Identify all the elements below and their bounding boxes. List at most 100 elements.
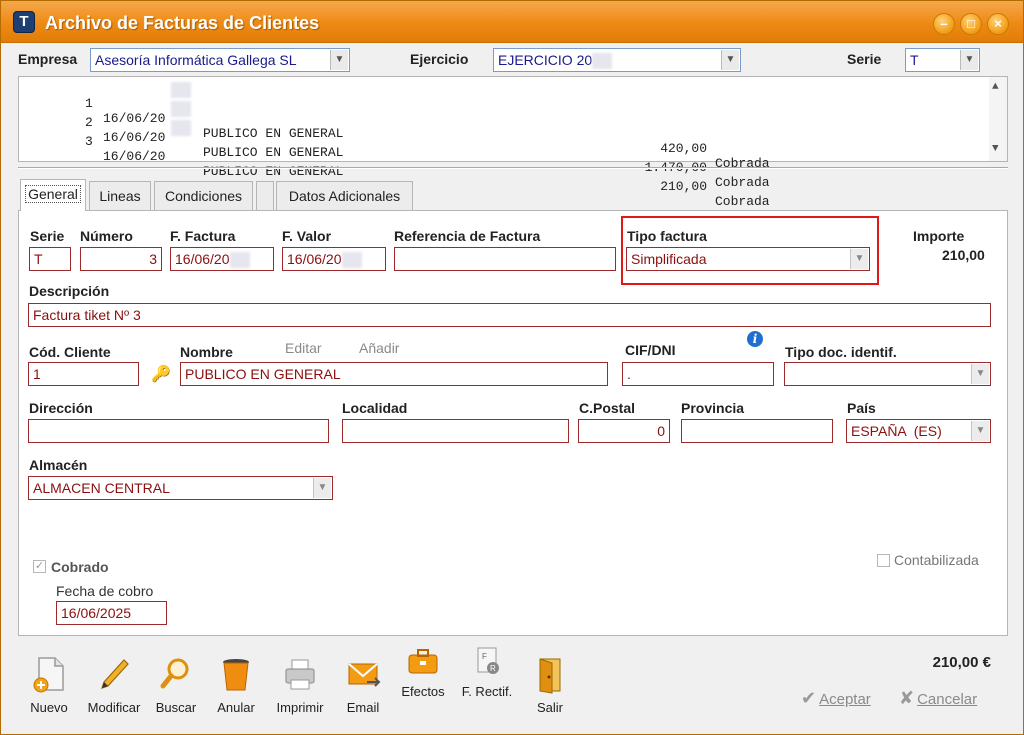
chevron-down-icon[interactable]: ▼ [313, 478, 331, 498]
empresa-value: Asesoría Informática Gallega SL [95, 52, 297, 68]
salir-button[interactable]: Salir [531, 656, 569, 715]
svg-text:F: F [482, 652, 487, 661]
contabilizada-checkbox[interactable] [877, 554, 890, 567]
window-title: Archivo de Facturas de Clientes [45, 13, 320, 33]
redacted-digits [171, 101, 191, 117]
referencia-label: Referencia de Factura [394, 228, 541, 244]
nuevo-button[interactable]: Nuevo [26, 656, 72, 715]
serie-select[interactable]: T ▼ [905, 48, 980, 72]
list-item[interactable]: 2 16/06/20 PUBLICO EN GENERAL 1.470,00 C… [19, 100, 989, 190]
redacted-digits [592, 53, 613, 70]
referencia-field[interactable] [394, 247, 616, 271]
list-scrollbar[interactable]: ▲ ▼ [989, 77, 1007, 161]
empresa-select[interactable]: Asesoría Informática Gallega SL ▼ [90, 48, 350, 72]
cobrado-checkbox[interactable]: ✓ [33, 560, 46, 573]
title-bar[interactable]: T Archivo de Facturas de Clientes – □ × [1, 1, 1023, 43]
new-document-icon [33, 657, 64, 693]
pais-label: País [847, 400, 876, 416]
trash-bin-icon [223, 659, 249, 691]
descripcion-field[interactable]: Factura tiket Nº 3 [28, 303, 991, 327]
provincia-field[interactable] [681, 419, 833, 443]
provincia-label: Provincia [681, 400, 745, 416]
ejercicio-label: Ejercicio [410, 51, 469, 67]
checkmark-icon: ✔ [801, 688, 817, 708]
numero-label: Número [80, 228, 133, 244]
importe-label: Importe [913, 228, 965, 244]
almacen-select[interactable]: ALMACEN CENTRAL ▼ [28, 476, 333, 500]
key-icon[interactable]: 🔑 [151, 364, 171, 384]
envelope-icon [348, 663, 381, 687]
fecha-cobro-field[interactable]: 16/06/2025 [56, 601, 167, 625]
redacted-digits [229, 252, 250, 269]
cif-label: CIF/DNI [625, 342, 676, 358]
maximize-button[interactable]: □ [960, 13, 982, 35]
importe-value: 210,00 [942, 247, 985, 263]
imprimir-button[interactable]: Imprimir [274, 656, 326, 715]
redacted-digits [171, 82, 191, 98]
list-item[interactable]: 1 16/06/20 PUBLICO EN GENERAL 420,00 Cob… [19, 81, 989, 171]
cod-cliente-field[interactable]: 1 [28, 362, 139, 386]
numero-field[interactable]: 3 [80, 247, 162, 271]
cpostal-label: C.Postal [579, 400, 636, 416]
printer-icon [285, 659, 315, 690]
aceptar-button[interactable]: ✔ Aceptar [801, 688, 871, 709]
cif-field[interactable]: . [622, 362, 774, 386]
f-valor-field[interactable]: 16/06/20 [282, 247, 386, 271]
tipo-doc-select[interactable]: ▼ [784, 362, 991, 386]
chevron-down-icon[interactable]: ▼ [850, 249, 868, 269]
close-button[interactable]: × [987, 13, 1009, 35]
chevron-down-icon[interactable]: ▼ [960, 50, 978, 70]
tipo-factura-label: Tipo factura [627, 228, 707, 244]
list-item[interactable]: 3 16/06/20 PUBLICO EN GENERAL 210,00 Cob… [19, 119, 989, 209]
empresa-label: Empresa [18, 51, 78, 67]
redacted-digits [341, 252, 362, 269]
nombre-field[interactable]: PUBLICO EN GENERAL [180, 362, 608, 386]
pencil-icon [101, 659, 129, 689]
chevron-down-icon[interactable]: ▼ [721, 50, 739, 70]
localidad-label: Localidad [342, 400, 408, 416]
tab-empty[interactable] [256, 181, 274, 210]
editar-link[interactable]: Editar [285, 340, 322, 356]
localidad-field[interactable] [342, 419, 569, 443]
tipo-factura-select[interactable]: Simplificada ▼ [626, 247, 870, 271]
anadir-link[interactable]: Añadir [359, 340, 399, 356]
minimize-button[interactable]: – [933, 13, 955, 35]
separator [18, 167, 1008, 169]
scroll-down-icon[interactable]: ▼ [992, 143, 999, 155]
cpostal-field[interactable]: 0 [578, 419, 670, 443]
direccion-field[interactable] [28, 419, 329, 443]
briefcase-icon [408, 649, 438, 674]
f-factura-label: F. Factura [170, 228, 236, 244]
tab-datos-adicionales[interactable]: Datos Adicionales [276, 181, 413, 210]
tab-condiciones[interactable]: Condiciones [154, 181, 253, 210]
buscar-button[interactable]: Buscar [153, 656, 199, 715]
info-icon[interactable]: i [747, 331, 763, 347]
scroll-up-icon[interactable]: ▲ [992, 81, 999, 93]
serie-field[interactable]: T [29, 247, 71, 271]
invoice-window: T Archivo de Facturas de Clientes – □ × … [0, 0, 1024, 735]
redacted-digits [171, 120, 191, 136]
chevron-down-icon[interactable]: ▼ [971, 421, 989, 441]
email-button[interactable]: Email [341, 656, 385, 715]
rectified-invoice-icon: F R [477, 647, 499, 674]
chevron-down-icon[interactable]: ▼ [330, 50, 348, 70]
anular-button[interactable]: Anular [213, 656, 259, 715]
cancelar-button[interactable]: ✘ Cancelar [899, 688, 977, 709]
total-amount: 210,00 € [932, 654, 991, 671]
svg-text:R: R [490, 664, 496, 673]
tab-general[interactable]: General [20, 179, 86, 211]
ejercicio-value: EJERCICIO 20 [498, 52, 593, 68]
efectos-button[interactable]: Efectos [398, 646, 448, 699]
invoice-list[interactable]: 1 16/06/20 PUBLICO EN GENERAL 420,00 Cob… [18, 76, 1008, 209]
f-factura-field[interactable]: 16/06/20 [170, 247, 274, 271]
tab-lineas[interactable]: Lineas [89, 181, 151, 210]
ejercicio-select[interactable]: EJERCICIO 20 ▼ [493, 48, 741, 72]
pais-select[interactable]: ESPAÑA (ES) ▼ [846, 419, 991, 443]
nombre-label: Nombre [180, 344, 233, 360]
direccion-label: Dirección [29, 400, 93, 416]
serie-header-label: Serie [847, 51, 882, 67]
f-rectif-button[interactable]: F R F. Rectif. [457, 646, 517, 699]
modificar-button[interactable]: Modificar [85, 656, 143, 715]
tipo-doc-label: Tipo doc. identif. [785, 344, 897, 360]
chevron-down-icon[interactable]: ▼ [971, 364, 989, 384]
